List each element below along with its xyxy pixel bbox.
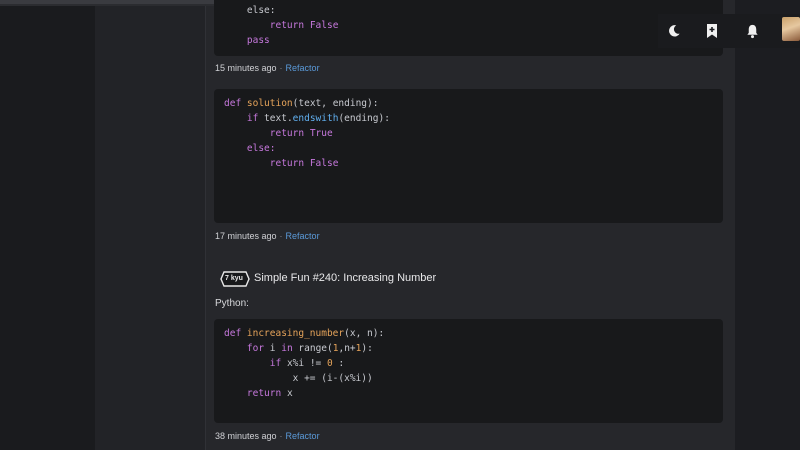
code-token: False (309, 20, 339, 31)
bell-icon (746, 24, 758, 39)
solution-meta: 38 minutes ago · Refactor (215, 431, 320, 441)
code-token: i (269, 343, 282, 354)
code-line: else: (224, 3, 723, 18)
code-token: for (246, 343, 270, 354)
header-toolbar (658, 14, 800, 48)
code-token: increasing_number (246, 328, 345, 339)
code-block: def increasing_number(x, n): for i in ra… (214, 319, 723, 423)
code-line: else: (224, 141, 723, 156)
code-token: if (246, 113, 265, 124)
code-line: if text.endswith(ending): (224, 111, 723, 126)
code-token: x += (i-(x%i)) (292, 373, 373, 384)
code-token: x%i != (286, 358, 327, 369)
code-token: ,n+ (338, 343, 356, 354)
solution-meta: 17 minutes ago · Refactor (215, 231, 320, 241)
code-token: return (269, 20, 310, 31)
refactor-link[interactable]: Refactor (286, 63, 320, 73)
code-token: x (286, 388, 293, 399)
rank-badge: 7 kyu (220, 271, 250, 287)
code-token: in (281, 343, 299, 354)
code-token: False (309, 158, 339, 169)
code-token: : (332, 358, 345, 369)
language-label: Python: (215, 298, 249, 309)
left-gutter (0, 0, 95, 450)
notifications-button[interactable] (736, 14, 768, 48)
code-line: return False (224, 18, 723, 33)
theme-toggle-button[interactable] (658, 14, 690, 48)
moon-icon (669, 25, 680, 37)
rank-label: 7 kyu (225, 274, 243, 282)
separator-dot: · (279, 63, 283, 73)
code-line: return x (224, 386, 723, 401)
left-panel (95, 0, 205, 450)
code-token: text. (264, 113, 293, 124)
bookmarks-button[interactable] (696, 14, 728, 48)
code-block: else: return False pass (214, 0, 723, 56)
right-gutter (735, 0, 800, 450)
code-token: (x, n): (344, 328, 385, 339)
code-token: True (309, 128, 333, 139)
separator-dot: · (279, 231, 283, 241)
code-token: def (224, 98, 247, 109)
code-line: x += (i-(x%i)) (224, 371, 723, 386)
code-token: return (269, 128, 310, 139)
code-line: def solution(text, ending): (224, 96, 723, 111)
code-token: return (269, 158, 310, 169)
code-token: else: (246, 5, 276, 16)
timestamp: 38 minutes ago (215, 431, 277, 441)
refactor-link[interactable]: Refactor (286, 431, 320, 441)
code-line: def increasing_number(x, n): (224, 326, 723, 341)
code-token: endswith (292, 113, 339, 124)
code-token: range( (298, 343, 333, 354)
code-line: return False (224, 156, 723, 171)
timestamp: 17 minutes ago (215, 231, 277, 241)
code-token: (text, ending): (292, 98, 379, 109)
code-token: (ending): (338, 113, 390, 124)
code-block: def solution(text, ending): if text.ends… (214, 89, 723, 223)
timestamp: 15 minutes ago (215, 63, 277, 73)
avatar[interactable] (782, 17, 800, 41)
code-line: return True (224, 126, 723, 141)
bookmark-icon (707, 24, 717, 38)
kata-header: 7 kyu Simple Fun #240: Increasing Number (220, 270, 436, 287)
solution-meta: 15 minutes ago · Refactor (215, 63, 320, 73)
code-line: if x%i != 0 : (224, 356, 723, 371)
code-token: if (269, 358, 287, 369)
code-token: def (224, 328, 247, 339)
kata-title-link[interactable]: Simple Fun #240: Increasing Number (254, 272, 436, 284)
code-token: return (246, 388, 287, 399)
code-token: solution (246, 98, 293, 109)
separator-dot: · (279, 431, 283, 441)
code-token: else: (246, 143, 276, 154)
code-line: pass (224, 33, 723, 48)
code-token: ): (361, 343, 373, 354)
code-token: pass (246, 35, 270, 46)
refactor-link[interactable]: Refactor (286, 231, 320, 241)
code-line: for i in range(1,n+1): (224, 341, 723, 356)
